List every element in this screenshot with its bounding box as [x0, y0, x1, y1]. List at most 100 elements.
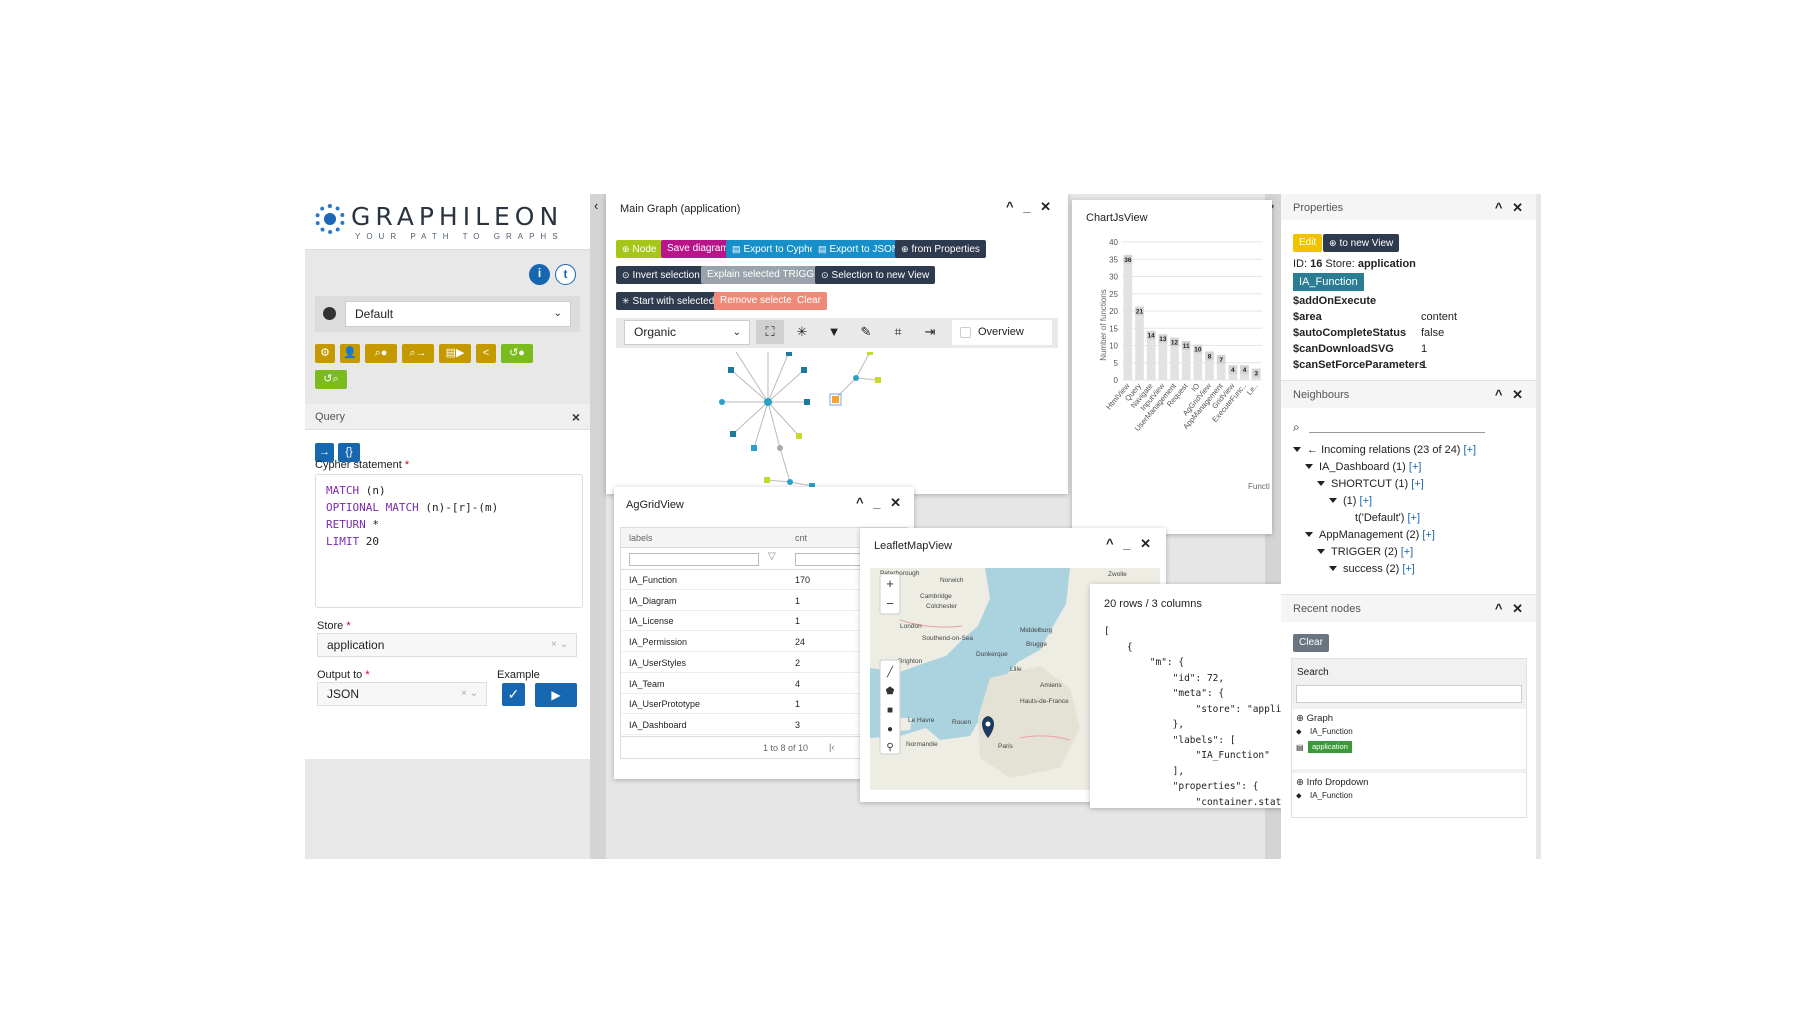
- draw-polygon-icon[interactable]: ⬟: [886, 686, 895, 697]
- graph-node[interactable]: [764, 398, 772, 406]
- property-key: $area: [1293, 311, 1322, 323]
- cell-cnt: 170: [795, 575, 811, 585]
- col-header-cnt[interactable]: cnt: [795, 533, 807, 543]
- clear-graph-button[interactable]: Clear: [791, 292, 827, 310]
- json-line: [: [1104, 626, 1110, 637]
- graph-node[interactable]: [787, 479, 793, 485]
- zoom-out-button[interactable]: −: [886, 596, 894, 611]
- col-header-labels[interactable]: labels: [629, 533, 653, 543]
- node-button[interactable]: ⊕ Node: [616, 240, 663, 258]
- graph-node[interactable]: [730, 431, 736, 437]
- tree-node[interactable]: (1) [+]: [1329, 495, 1372, 507]
- json-line: "properties": {: [1104, 781, 1259, 792]
- recent-item-info-dropdown[interactable]: ⊕ Info Dropdown ⬥ IA_Function: [1292, 773, 1526, 817]
- window-controls[interactable]: ^ ✕: [1495, 200, 1526, 216]
- node-label-badge[interactable]: IA_Function: [1293, 273, 1364, 291]
- graph-node[interactable]: [875, 377, 881, 383]
- filter-icon[interactable]: ▽: [768, 551, 776, 562]
- tree-node[interactable]: IA_Dashboard (1) [+]: [1305, 461, 1421, 473]
- data-label: 4: [1231, 367, 1235, 374]
- settings-tool-button[interactable]: ⚙: [315, 344, 335, 363]
- tree-node[interactable]: success (2) [+]: [1329, 563, 1415, 575]
- export-cypher-button[interactable]: ▤ Export to Cypher: [726, 240, 825, 258]
- chart-bar[interactable]: [1135, 307, 1144, 380]
- window-controls[interactable]: ^ ✕: [1495, 387, 1526, 403]
- graph-node[interactable]: [804, 399, 810, 405]
- tree-node[interactable]: TRIGGER (2) [+]: [1317, 546, 1413, 558]
- brush-icon[interactable]: ✎: [852, 320, 880, 344]
- recent-search-input[interactable]: [1296, 685, 1522, 703]
- user-tool-button[interactable]: 👤: [340, 344, 360, 363]
- frame-icon[interactable]: ⌗: [884, 320, 912, 344]
- window-controls[interactable]: ^ _ ✕: [856, 495, 904, 511]
- overview-checkbox[interactable]: [960, 327, 971, 338]
- recent-item-graph[interactable]: ⊕ Graph ⬥ IA_Function ▤ application: [1292, 709, 1526, 769]
- output-select[interactable]: JSON × ⌄: [317, 682, 487, 706]
- chevron-down-icon: ⌄: [553, 308, 562, 319]
- zoom-in-button[interactable]: +: [886, 576, 894, 591]
- map-label: Rouen: [952, 719, 972, 726]
- window-controls[interactable]: ^ ✕: [1495, 601, 1526, 617]
- draw-line-icon[interactable]: ╱: [886, 665, 894, 678]
- remove-selected-button[interactable]: Remove selected: [714, 292, 804, 310]
- draw-marker-icon[interactable]: ⚲: [886, 742, 893, 753]
- clear-recent-button[interactable]: Clear: [1293, 634, 1329, 652]
- layout-select[interactable]: Organic ⌄: [624, 320, 750, 345]
- draw-rectangle-icon[interactable]: ■: [887, 705, 893, 716]
- graph-node[interactable]: [719, 399, 725, 405]
- neighbours-search-input[interactable]: [1309, 432, 1485, 433]
- search-relation-button[interactable]: ⌕→: [402, 344, 434, 363]
- graph-node[interactable]: [796, 433, 802, 439]
- search-node-button[interactable]: ⌕●: [365, 344, 397, 363]
- cypher-label: Cypher statement *: [315, 459, 410, 471]
- share-icon[interactable]: <: [476, 344, 496, 363]
- labels-filter-input[interactable]: [629, 553, 759, 566]
- database-play-button[interactable]: ▤▶: [439, 344, 471, 363]
- tree-node[interactable]: SHORTCUT (1) [+]: [1317, 478, 1424, 490]
- info-icon[interactable]: i: [529, 264, 550, 285]
- fit-icon[interactable]: ⛶: [756, 320, 784, 344]
- draw-circle-icon[interactable]: ●: [887, 724, 893, 735]
- edit-button[interactable]: Edit: [1293, 234, 1323, 252]
- overview-toggle[interactable]: Overview: [952, 320, 1052, 345]
- tree-node[interactable]: AppManagement (2) [+]: [1305, 529, 1435, 541]
- tree-node[interactable]: t('Default') [+]: [1355, 512, 1420, 524]
- graph-node[interactable]: [751, 445, 757, 451]
- graph-node[interactable]: [867, 352, 873, 355]
- from-properties-button[interactable]: ⊕ from Properties: [895, 240, 986, 258]
- history-node-button[interactable]: ↺●: [501, 344, 533, 363]
- to-new-view-button[interactable]: ⊕ to new View: [1323, 234, 1400, 252]
- cypher-editor[interactable]: MATCH (n) OPTIONAL MATCH (n)-[r]-(m) RET…: [315, 474, 583, 608]
- map-label: Le Havre: [908, 717, 935, 724]
- graph-node[interactable]: [853, 375, 859, 381]
- window-controls[interactable]: ^ _ ✕: [1006, 199, 1054, 215]
- graph-node[interactable]: [832, 396, 839, 403]
- close-icon[interactable]: ×: [572, 409, 580, 425]
- example-checkbox[interactable]: ✓: [502, 683, 525, 706]
- first-page-icon[interactable]: |‹: [829, 742, 834, 752]
- left-splitter[interactable]: ‹: [590, 194, 606, 859]
- history-search-button[interactable]: ↺⌕: [315, 370, 347, 389]
- save-diagram-button[interactable]: Save diagram: [661, 240, 735, 258]
- tour-icon[interactable]: t: [555, 264, 576, 285]
- graph-node[interactable]: [777, 445, 783, 451]
- export-json-button[interactable]: ▤ Export to JSON: [812, 240, 905, 258]
- graph-node[interactable]: [786, 352, 792, 356]
- graph-node[interactable]: [801, 367, 807, 373]
- chart-bar[interactable]: [1123, 255, 1133, 380]
- execute-button[interactable]: ▶: [535, 683, 577, 707]
- selection-to-view-button[interactable]: ⊙ Selection to new View: [815, 266, 936, 284]
- start-with-selected-button[interactable]: ✳ Start with selected: [616, 292, 721, 310]
- invert-selection-button[interactable]: ⊙ Invert selection: [616, 266, 706, 284]
- graph-node[interactable]: [764, 477, 770, 483]
- window-controls[interactable]: ^ _ ✕: [1106, 536, 1154, 552]
- graph-node[interactable]: [728, 367, 734, 373]
- chevron-left-icon[interactable]: ‹: [594, 198, 598, 213]
- asterisk-icon[interactable]: ✳: [788, 320, 816, 344]
- graph-canvas[interactable]: [706, 352, 926, 494]
- dashboard-select[interactable]: Default ⌄: [345, 301, 571, 327]
- export-icon[interactable]: ⇥: [916, 320, 944, 344]
- store-select[interactable]: application × ⌄: [317, 633, 577, 657]
- tree-incoming[interactable]: ← Incoming relations (23 of 24) [+]: [1293, 444, 1476, 456]
- filter-icon[interactable]: ▼: [820, 320, 848, 344]
